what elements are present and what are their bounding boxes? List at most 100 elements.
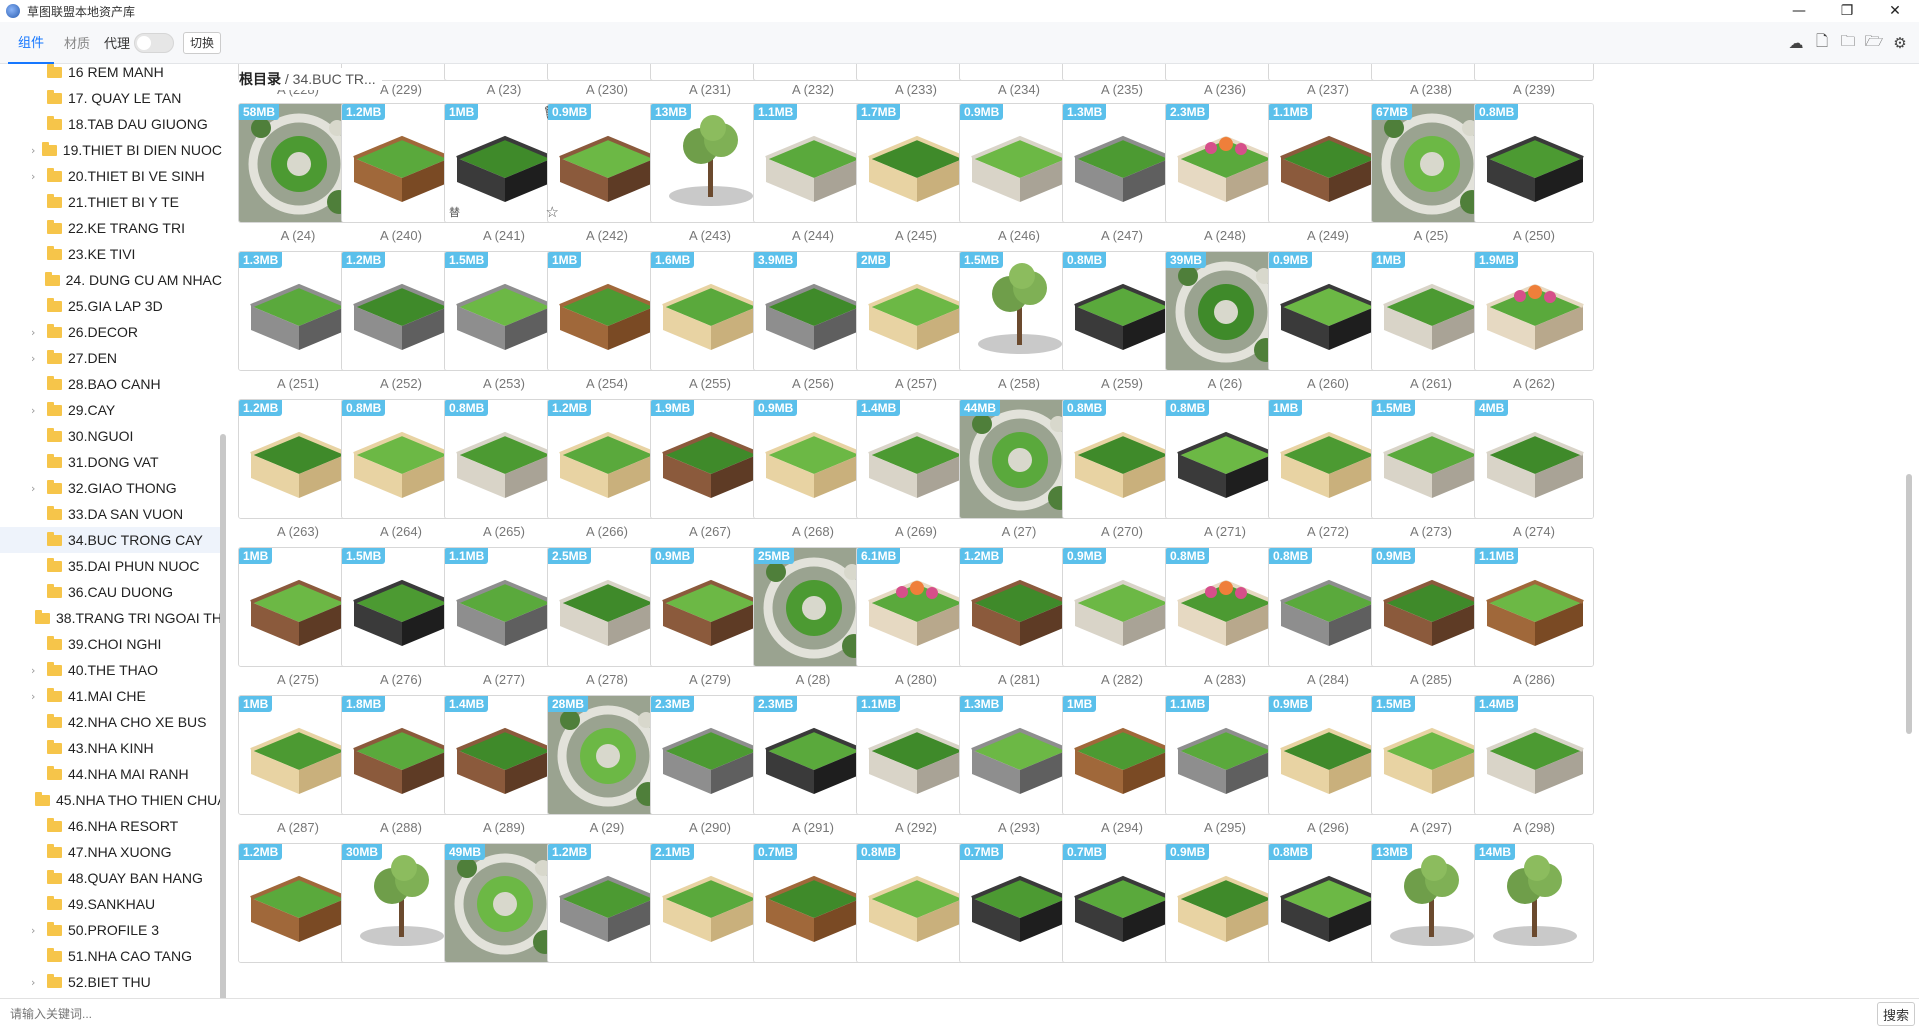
asset-tile[interactable]: 30MB (341, 843, 461, 963)
asset-tile[interactable]: 0.8MB (341, 399, 461, 519)
asset-tile[interactable]: 1MB (547, 251, 667, 371)
sidebar-item[interactable]: 36.CAU DUONG (0, 579, 222, 605)
asset-tile[interactable] (650, 64, 770, 81)
sidebar-item[interactable]: 16 REM MANH (0, 64, 222, 85)
asset-tile[interactable]: 0.9MB (650, 547, 770, 667)
asset-tile[interactable]: 0.7MB (1062, 843, 1182, 963)
sidebar-item[interactable]: › 32.GIAO THONG (0, 475, 222, 501)
sidebar-item[interactable]: › 40.THE THAO (0, 657, 222, 683)
chevron-right-icon[interactable]: › (31, 924, 43, 937)
asset-tile[interactable] (753, 64, 873, 81)
asset-tile[interactable]: 1.1MB (444, 547, 564, 667)
sidebar-item[interactable]: 51.NHA CAO TANG (0, 943, 222, 969)
asset-tile[interactable]: 1.1MB (1165, 695, 1285, 815)
asset-tile[interactable] (1474, 64, 1594, 81)
asset-tile[interactable]: 0.8MB (1062, 251, 1182, 371)
asset-tile[interactable]: 58MB (238, 103, 358, 223)
asset-tile[interactable]: 0.9MB (1268, 251, 1388, 371)
sidebar-item[interactable]: 25.GIA LAP 3D (0, 293, 222, 319)
asset-tile[interactable]: 1.3MB (959, 695, 1079, 815)
chevron-right-icon[interactable]: › (31, 690, 43, 703)
settings-icon[interactable]: ⚙ (1889, 32, 1911, 54)
asset-tile[interactable]: 0.9MB (1371, 547, 1491, 667)
asset-tile[interactable]: 44MB (959, 399, 1079, 519)
asset-tile[interactable]: 1.4MB (1474, 695, 1594, 815)
asset-tile[interactable]: 0.7MB (753, 843, 873, 963)
asset-tile[interactable] (1371, 64, 1491, 81)
asset-tile[interactable]: 1.6MB (650, 251, 770, 371)
sidebar-item[interactable]: 39.CHOI NGHI (0, 631, 222, 657)
asset-tile[interactable]: 1.8MB (341, 695, 461, 815)
asset-tile[interactable]: 1.1MB (856, 695, 976, 815)
asset-tile[interactable]: 4MB (1474, 399, 1594, 519)
asset-tile[interactable]: 1.2MB (547, 399, 667, 519)
grid-scrollbar[interactable] (1906, 474, 1912, 734)
sidebar-item[interactable]: 48.QUAY BAN HANG (0, 865, 222, 891)
chevron-right-icon[interactable]: › (31, 326, 43, 339)
asset-tile[interactable]: 0.8MB (444, 399, 564, 519)
asset-tile[interactable]: 0.8MB (1165, 547, 1285, 667)
asset-tile[interactable]: 0.9MB (753, 399, 873, 519)
asset-tile[interactable]: 1.2MB (341, 251, 461, 371)
asset-tile[interactable]: 1.5MB (1371, 399, 1491, 519)
asset-tile[interactable]: 0.8MB (1062, 399, 1182, 519)
maximize-button[interactable]: ❐ (1823, 0, 1871, 22)
sidebar-item[interactable]: › 52.BIET THU (0, 969, 222, 995)
asset-tile[interactable]: 0.9MB (1268, 695, 1388, 815)
proxy-toggle[interactable] (134, 32, 175, 53)
asset-tile[interactable]: 2.3MB (650, 695, 770, 815)
sidebar-item[interactable]: 17. QUAY LE TAN (0, 85, 222, 111)
asset-tile[interactable]: 1MB (1268, 399, 1388, 519)
sidebar-item[interactable]: › 29.CAY (0, 397, 222, 423)
sidebar-item[interactable]: 46.NHA RESORT (0, 813, 222, 839)
minimize-button[interactable]: — (1775, 0, 1823, 22)
sidebar-item[interactable]: 49.SANKHAU (0, 891, 222, 917)
sidebar-scrollbar[interactable] (220, 434, 226, 998)
sidebar-item[interactable]: 21.THIET BI Y TE (0, 189, 222, 215)
sidebar-item[interactable]: › 27.DEN (0, 345, 222, 371)
sidebar-item[interactable]: 42.NHA CHO XE BUS (0, 709, 222, 735)
folder-icon[interactable]: 🗁 (1863, 32, 1885, 54)
sidebar-item[interactable]: 47.NHA XUONG (0, 839, 222, 865)
asset-tile[interactable]: 1.2MB (238, 399, 358, 519)
asset-tile[interactable]: 2.3MB (1165, 103, 1285, 223)
asset-tile[interactable]: 2.5MB (547, 547, 667, 667)
asset-tile[interactable] (959, 64, 1079, 81)
breadcrumb-root[interactable]: 根目录 (239, 69, 281, 89)
sidebar-item[interactable]: 45.NHA THO THIEN CHUA (0, 787, 222, 813)
sidebar-item[interactable]: › 26.DECOR (0, 319, 222, 345)
asset-tile[interactable]: 0.8MB (1268, 843, 1388, 963)
tab-materials[interactable]: 材质 (54, 22, 100, 64)
asset-tile[interactable]: 1MB (238, 547, 358, 667)
asset-tile[interactable]: 2.1MB (650, 843, 770, 963)
sidebar-item[interactable]: 31.DONG VAT (0, 449, 222, 475)
asset-tile[interactable]: 0.9MB (1165, 843, 1285, 963)
asset-tile[interactable]: 1.4MB (856, 399, 976, 519)
asset-tile[interactable]: 2.3MB (753, 695, 873, 815)
switch-button[interactable]: 切换 (183, 31, 222, 54)
asset-tile[interactable]: 1.2MB (547, 843, 667, 963)
chevron-right-icon[interactable]: › (31, 404, 43, 417)
asset-tile[interactable]: 1MB (1371, 251, 1491, 371)
close-button[interactable]: ✕ (1871, 0, 1919, 22)
sidebar-item[interactable]: 23.KE TIVI (0, 241, 222, 267)
chevron-right-icon[interactable]: › (31, 482, 43, 495)
sidebar-item[interactable]: › 20.THIET BI VE SINH (0, 163, 222, 189)
sidebar-item[interactable]: 34.BUC TRONG CAY (0, 527, 222, 553)
asset-tile[interactable]: 1.1MB (1268, 103, 1388, 223)
star-icon[interactable]: ☆ (546, 203, 559, 221)
sidebar-item[interactable]: 38.TRANG TRI NGOAI THAT (0, 605, 222, 631)
sidebar-item[interactable]: 33.DA SAN VUON (0, 501, 222, 527)
asset-tile[interactable]: 1.1MB (1474, 547, 1594, 667)
sidebar-item[interactable]: › 19.THIET BI DIEN NUOC (0, 137, 222, 163)
asset-tile[interactable]: 0.8MB (1268, 547, 1388, 667)
asset-tile[interactable]: 1.3MB (238, 251, 358, 371)
asset-tile[interactable]: 3.9MB (753, 251, 873, 371)
asset-tile[interactable]: 67MB (1371, 103, 1491, 223)
sidebar-item[interactable]: › 50.PROFILE 3 (0, 917, 222, 943)
asset-tile[interactable]: 0.9MB (1062, 547, 1182, 667)
new-file-icon[interactable]: 🗋 (1811, 32, 1833, 54)
sidebar-item[interactable]: 30.NGUOI (0, 423, 222, 449)
asset-tile[interactable]: 1.5MB (341, 547, 461, 667)
chevron-right-icon[interactable]: › (31, 144, 38, 157)
